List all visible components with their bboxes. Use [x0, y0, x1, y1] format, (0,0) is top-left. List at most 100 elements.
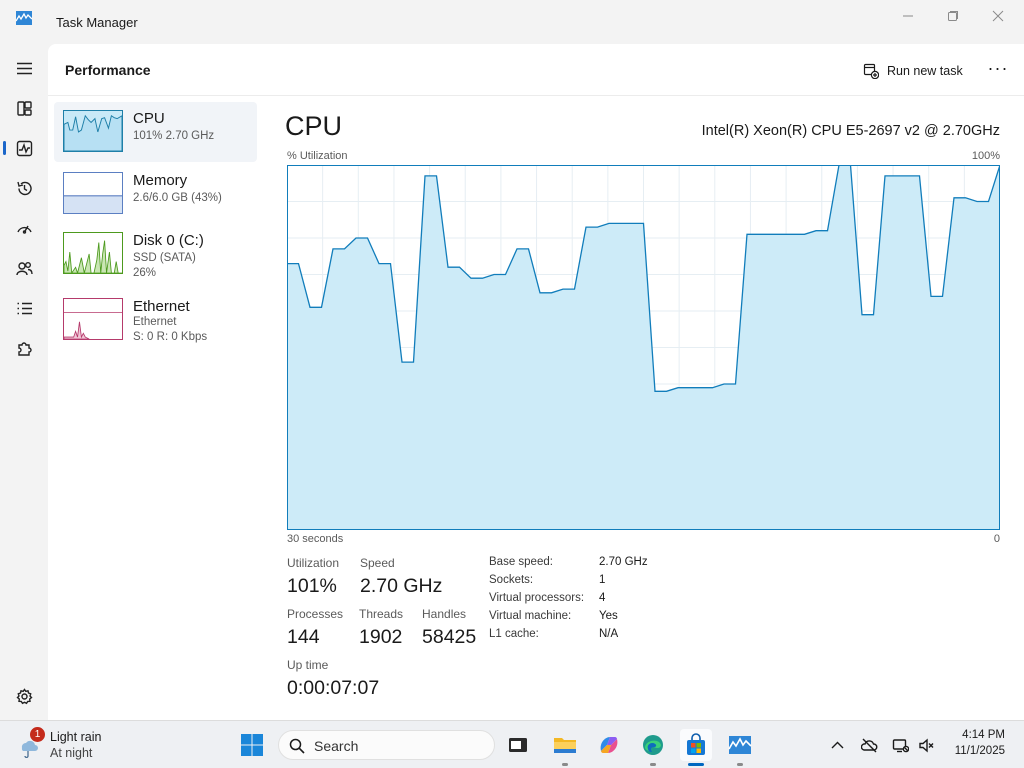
nav-users[interactable] — [8, 252, 40, 284]
virtual-machine-label: Virtual machine: — [489, 610, 572, 622]
nav-details[interactable] — [8, 292, 40, 324]
running-indicator — [650, 763, 656, 766]
cpu-heading: CPU — [285, 111, 343, 141]
edge-browser-icon — [643, 735, 663, 755]
start-button[interactable] — [236, 729, 268, 761]
ethernet-tile-throughput: S: 0 R: 0 Kbps — [133, 331, 208, 343]
sockets-label: Sockets: — [489, 574, 534, 586]
ethernet-tile-name: Ethernet — [133, 298, 190, 315]
virtual-machine-value: Yes — [599, 610, 618, 622]
taskbar-file-explorer[interactable] — [549, 729, 581, 766]
page-header: Performance Run new task ··· — [48, 44, 1024, 96]
cpu-utilization-graph — [287, 165, 1000, 530]
speed-value: 2.70 GHz — [360, 575, 443, 597]
taskbar-edge[interactable] — [637, 729, 669, 766]
copilot-icon — [600, 737, 618, 753]
cpu-tile-name: CPU — [133, 110, 165, 127]
minimize-icon — [903, 15, 913, 17]
taskbar-search-box[interactable]: Search — [278, 730, 495, 760]
close-button[interactable] — [975, 0, 1021, 32]
run-task-icon — [863, 63, 879, 79]
speed-label: Speed — [360, 556, 395, 570]
taskbar-microsoft-store[interactable] — [680, 729, 712, 766]
store-bag-icon — [687, 733, 705, 755]
threads-value: 1902 — [359, 626, 403, 648]
settings-gear-icon — [15, 687, 33, 704]
nav-settings[interactable] — [8, 680, 40, 712]
cloud-offline-icon — [860, 738, 877, 752]
network-monitor-icon — [892, 738, 909, 752]
nav-app-history[interactable] — [8, 172, 40, 204]
disk-tile-type: SSD (SATA) — [133, 252, 196, 264]
disk-thumbnail-graph — [63, 232, 123, 274]
virtual-processors-label: Virtual processors: — [489, 592, 585, 604]
run-new-task-button[interactable]: Run new task — [863, 60, 963, 82]
show-hidden-icons-button[interactable] — [827, 735, 847, 755]
weather-time-of-day: At night — [50, 746, 93, 760]
taskbar-copilot[interactable] — [593, 729, 625, 761]
processes-value: 144 — [287, 626, 320, 648]
uptime-label: Up time — [287, 658, 329, 672]
speaker-muted-icon — [918, 737, 933, 753]
threads-label: Threads — [359, 607, 404, 621]
disk-tile-name: Disk 0 (C:) — [133, 232, 204, 249]
weather-notification-badge: 1 — [30, 727, 45, 742]
clock-date[interactable]: 11/1/2025 — [945, 745, 1005, 757]
services-puzzle-icon — [17, 341, 32, 356]
volume-tray[interactable] — [916, 735, 936, 755]
nav-menu-button[interactable] — [8, 52, 40, 84]
startup-icon — [16, 225, 32, 234]
running-indicator — [737, 763, 743, 766]
taskbar-terminal-app[interactable] — [502, 729, 534, 761]
handles-label: Handles — [422, 607, 467, 621]
taskbar-task-manager[interactable] — [724, 729, 756, 766]
page-title: Performance — [65, 62, 151, 78]
more-options-button[interactable]: ··· — [986, 59, 1010, 81]
utilization-label: Utilization — [287, 556, 340, 570]
uptime-value: 0:00:07:07 — [287, 677, 380, 699]
weather-condition: Light rain — [50, 730, 102, 744]
nav-processes[interactable] — [8, 92, 40, 124]
nav-performance[interactable] — [3, 132, 40, 164]
maximize-button[interactable] — [930, 0, 976, 32]
minimize-button[interactable] — [885, 0, 931, 32]
processes-label: Processes — [287, 607, 344, 621]
run-new-task-label: Run new task — [887, 64, 963, 78]
handles-value: 58425 — [422, 626, 477, 648]
clock-time[interactable]: 4:14 PM — [960, 729, 1005, 741]
disk-tile-usage: 26% — [133, 267, 157, 279]
x-axis-start-label: 30 seconds — [287, 533, 344, 545]
memory-tile-name: Memory — [133, 172, 188, 189]
resource-tile-cpu[interactable]: CPU 101% 2.70 GHz — [54, 102, 257, 162]
cpu-thumbnail-graph — [63, 110, 123, 152]
folder-icon — [554, 738, 576, 753]
active-indicator — [688, 763, 704, 766]
history-icon — [16, 181, 32, 195]
weather-widget[interactable]: 1 Light rain At night — [18, 727, 138, 763]
resource-tile-disk[interactable]: Disk 0 (C:) SSD (SATA) 26% — [54, 224, 257, 284]
nav-startup-apps[interactable] — [8, 212, 40, 244]
task-manager-icon — [728, 736, 752, 754]
resource-tile-ethernet[interactable]: Ethernet Ethernet S: 0 R: 0 Kbps — [54, 290, 257, 350]
utilization-value: 101% — [287, 575, 337, 597]
onedrive-tray[interactable] — [859, 735, 879, 755]
memory-tile-usage: 2.6/6.0 GB (43%) — [133, 192, 222, 204]
search-placeholder: Search — [314, 738, 359, 754]
cpu-tile-usage: 101% 2.70 GHz — [133, 130, 215, 142]
base-speed-label: Base speed: — [489, 556, 553, 568]
l1-cache-value: N/A — [599, 628, 619, 640]
virtual-processors-value: 4 — [599, 592, 606, 604]
title-bar: Task Manager — [0, 0, 1024, 44]
task-manager-app-icon — [16, 11, 32, 25]
main-panel: Performance Run new task ··· CPU 101% 2.… — [48, 44, 1024, 720]
cpu-model-name: Intel(R) Xeon(R) CPU E5-2697 v2 @ 2.70GH… — [701, 123, 1000, 139]
base-speed-value: 2.70 GHz — [599, 556, 648, 568]
chevron-up-icon — [831, 741, 843, 748]
memory-thumbnail-graph — [63, 172, 123, 214]
nav-services[interactable] — [8, 332, 40, 364]
resource-tile-memory[interactable]: Memory 2.6/6.0 GB (43%) — [54, 164, 257, 224]
network-tray[interactable] — [890, 735, 910, 755]
y-axis-max-label: 100% — [971, 150, 1000, 162]
taskbar: 1 Light rain At night Search 4:14 PM 11/… — [0, 720, 1024, 768]
windows-logo-icon — [241, 734, 263, 756]
